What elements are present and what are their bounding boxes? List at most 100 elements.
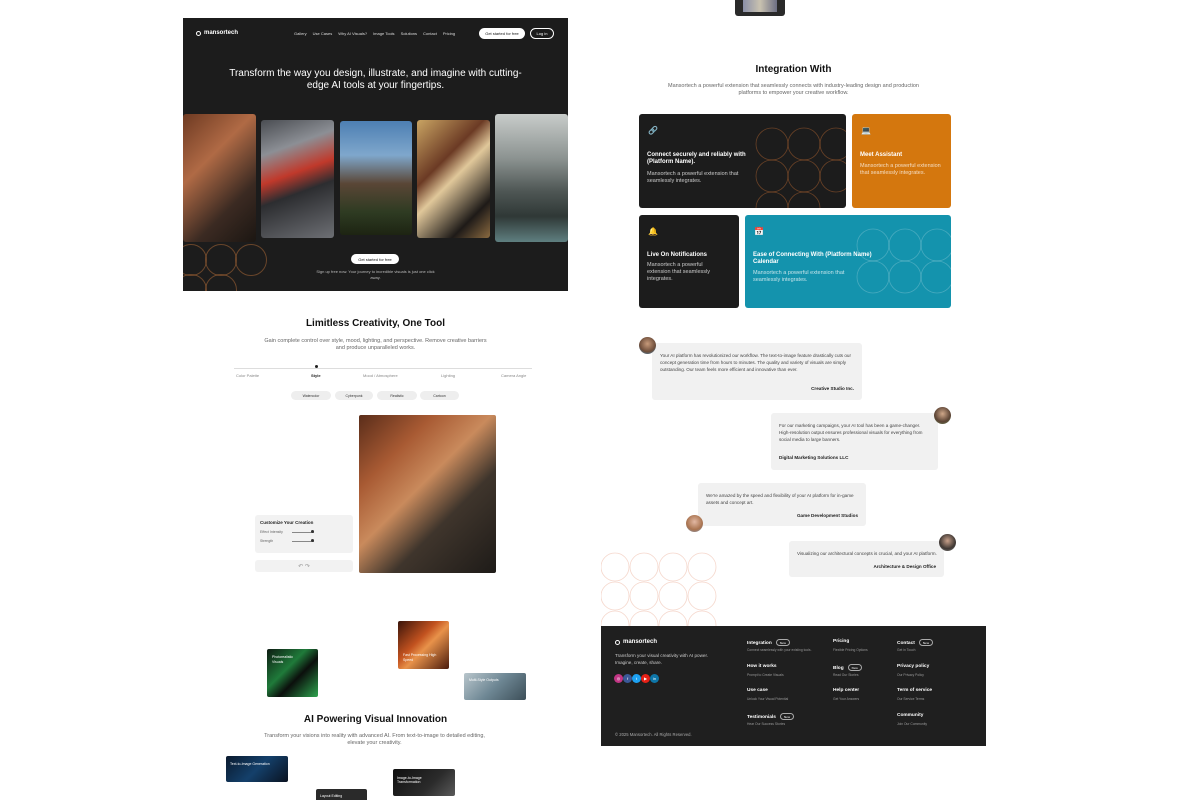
slider-handle[interactable] bbox=[311, 539, 315, 543]
style-chip-cartoon[interactable]: Cartoon bbox=[420, 391, 459, 400]
integration-title: Integration With bbox=[755, 64, 832, 75]
fast-processing-thumb[interactable]: Fast Processing High Speed bbox=[398, 621, 449, 669]
nav-use-cases[interactable]: Use Cases bbox=[313, 31, 333, 36]
avatar bbox=[686, 515, 703, 532]
footer-link-label: Blog bbox=[833, 665, 844, 671]
footer-brand-name: mansortech bbox=[623, 639, 658, 645]
footer-link-contact[interactable]: Contact New bbox=[897, 639, 934, 646]
testimonial-quote: Your AI platform has revolutionized our … bbox=[660, 353, 851, 372]
footer-link-terms[interactable]: Term of service bbox=[897, 688, 932, 693]
footer-link-use-case[interactable]: Use case bbox=[747, 688, 768, 693]
footer-link-desc: Our Service Terms bbox=[897, 697, 925, 701]
multi-style-thumb[interactable]: Multi-Style Outputs bbox=[464, 673, 526, 700]
center-get-started-button[interactable]: Get started for free bbox=[351, 254, 399, 264]
testimonial-quote: We're amazed by the speed and flexibilit… bbox=[706, 493, 854, 505]
tab-style[interactable]: Style bbox=[311, 373, 321, 378]
photorealistic-thumb[interactable]: Photorealistic Visuals bbox=[267, 649, 318, 697]
effect-intensity-slider[interactable] bbox=[291, 530, 314, 534]
tab-divider bbox=[234, 368, 532, 369]
logo-icon bbox=[196, 30, 201, 36]
layout-editing-card[interactable]: Layout Editing bbox=[316, 789, 367, 800]
login-button[interactable]: Log in bbox=[530, 28, 554, 39]
tab-mood-atmosphere[interactable]: Mood / Atmosphere bbox=[363, 373, 398, 378]
tab-camera-angle[interactable]: Camera Angle bbox=[501, 373, 526, 378]
style-chip-realistic[interactable]: Realistic bbox=[377, 391, 417, 400]
integration-card-desc: Mansortech a powerful extension that sea… bbox=[860, 163, 941, 176]
decor-ring-pattern bbox=[601, 552, 717, 626]
coast-image bbox=[495, 114, 568, 242]
style-chip-cyberpunk[interactable]: Cyberpunk bbox=[335, 391, 373, 400]
footer-link-desc: Get Your Answers bbox=[833, 697, 860, 701]
decor-ring bbox=[205, 244, 237, 276]
image-to-image-label: Image-to-Image Transformation bbox=[397, 776, 422, 784]
integration-card-notifications[interactable]: 🔔 Live On Notifications Mansortech a pow… bbox=[639, 215, 739, 308]
strength-slider[interactable] bbox=[292, 539, 315, 543]
hero-subtitle: Sign up free now. Your journey to incred… bbox=[316, 269, 435, 280]
footer-link-desc: Prompt to Create Visuals bbox=[747, 673, 784, 677]
laptop-icon: 💻 bbox=[861, 126, 871, 135]
get-started-button[interactable]: Get started for free bbox=[479, 28, 525, 39]
architecture-image bbox=[261, 120, 334, 238]
link-icon: 🔗 bbox=[648, 126, 658, 135]
avatar bbox=[934, 407, 951, 424]
linkedin-icon[interactable]: in bbox=[650, 674, 659, 683]
effect-intensity-label: Effect Intensity bbox=[260, 530, 283, 534]
brand-logo[interactable]: mansortech bbox=[196, 30, 238, 36]
footer-link-help-center[interactable]: Help center bbox=[833, 688, 859, 693]
footer-link-label: Testimonials bbox=[747, 714, 776, 720]
nav-gallery[interactable]: Gallery bbox=[294, 31, 307, 36]
footer-link-blog[interactable]: Blog New bbox=[833, 664, 862, 671]
testimonial-author: Game Development Studios bbox=[796, 513, 858, 518]
creativity-subtitle: Gain complete control over style, mood, … bbox=[264, 338, 487, 351]
bell-icon: 🔔 bbox=[648, 227, 658, 236]
hero-section: mansortech Gallery Use Cases Why AI Visu… bbox=[183, 18, 568, 291]
decor-ring bbox=[183, 244, 207, 276]
twitter-icon[interactable]: t bbox=[632, 674, 641, 683]
footer-link-label: Integration bbox=[747, 640, 772, 646]
multi-style-thumb-label: Multi-Style Outputs bbox=[469, 678, 499, 682]
integration-card-title: Meet Assistant bbox=[860, 152, 903, 158]
style-chip-watercolor[interactable]: Watercolor bbox=[291, 391, 331, 400]
nav-contact[interactable]: Contact bbox=[423, 31, 437, 36]
decor-ring bbox=[205, 274, 237, 291]
layout-editing-label: Layout Editing bbox=[320, 794, 343, 798]
footer-link-how-it-works[interactable]: How it works bbox=[747, 664, 777, 669]
facebook-icon[interactable]: f bbox=[623, 674, 632, 683]
integration-card-assistant[interactable]: 💻 Meet Assistant Mansortech a powerful e… bbox=[852, 114, 951, 208]
footer-link-community[interactable]: Community bbox=[897, 713, 923, 718]
footer-link-desc: Our Privacy Policy bbox=[897, 673, 924, 677]
nav-why-ai-visuals[interactable]: Why AI Visuals? bbox=[338, 31, 367, 36]
integration-card-calendar[interactable]: 📅 Ease of Connecting With (Platform Name… bbox=[745, 215, 951, 308]
footer-link-integration[interactable]: Integration New bbox=[747, 639, 790, 646]
footer-logo[interactable]: mansortech bbox=[615, 639, 657, 645]
nav-solutions[interactable]: Solutions bbox=[401, 31, 417, 36]
text-to-image-card[interactable]: Text-to-Image Generation bbox=[226, 756, 288, 782]
footer-link-pricing[interactable]: Pricing bbox=[833, 639, 849, 644]
photorealistic-thumb-label: Photorealistic Visuals bbox=[272, 655, 294, 664]
strength-row: Strength bbox=[260, 539, 348, 543]
nav-pricing[interactable]: Pricing bbox=[443, 31, 455, 36]
ai-powering-subtitle: Transform your visions into reality with… bbox=[264, 733, 485, 746]
instagram-icon[interactable]: ◎ bbox=[614, 674, 623, 683]
fast-processing-thumb-label: Fast Processing High Speed bbox=[403, 653, 437, 662]
integration-card-title: Live On Notifications bbox=[647, 252, 708, 258]
tab-color-palette[interactable]: Color Palette bbox=[236, 373, 259, 378]
integration-card-desc: Mansortech a powerful extension that sea… bbox=[647, 262, 710, 282]
image-to-image-card[interactable]: Image-to-Image Transformation bbox=[393, 769, 455, 796]
main-nav: Gallery Use Cases Why AI Visuals? Image … bbox=[294, 31, 455, 36]
celebration-image bbox=[417, 120, 490, 238]
footer-link-desc: Flexible Pricing Options bbox=[833, 648, 868, 652]
strength-label: Strength bbox=[260, 539, 274, 543]
tab-lighting[interactable]: Lighting bbox=[441, 373, 455, 378]
integration-card-desc: Mansortech a powerful extension that sea… bbox=[647, 171, 739, 184]
youtube-icon[interactable]: ▶ bbox=[641, 674, 650, 683]
slider-handle[interactable] bbox=[310, 530, 314, 534]
footer-link-privacy-policy[interactable]: Privacy policy bbox=[897, 664, 929, 669]
undo-redo-bar[interactable]: ↶ ↷ bbox=[255, 560, 353, 572]
integration-card-connect[interactable]: 🔗 Connect securely and reliably with (Pl… bbox=[639, 114, 846, 208]
nav-image-tools[interactable]: Image Tools bbox=[373, 31, 395, 36]
footer-link-testimonials[interactable]: Testimonials New bbox=[747, 713, 795, 720]
avatar bbox=[939, 534, 956, 551]
testimonial-author: Digital Marketing Solutions LLC bbox=[779, 455, 849, 460]
calendar-icon: 📅 bbox=[754, 227, 764, 236]
